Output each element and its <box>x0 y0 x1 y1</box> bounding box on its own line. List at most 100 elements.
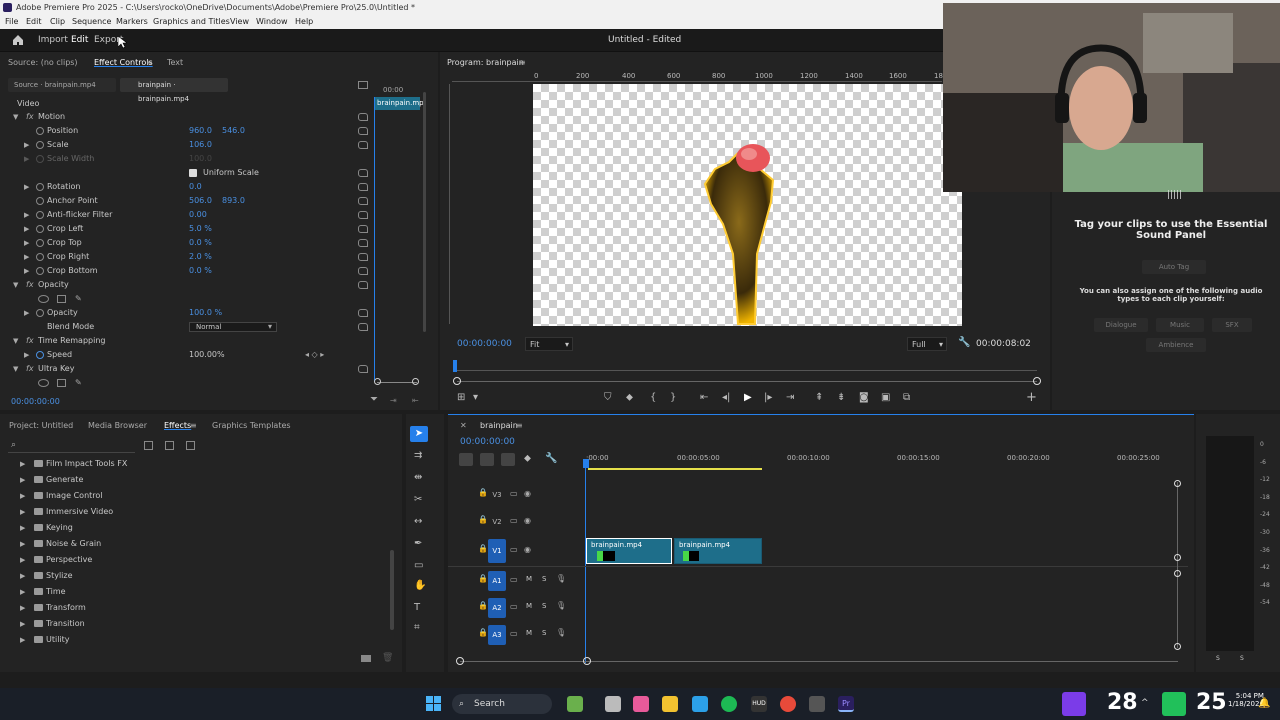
go-to-in-icon[interactable]: ⇤ <box>700 392 708 403</box>
ec-timecode[interactable]: 00:00:00:00 <box>11 397 60 406</box>
solo-button[interactable]: S <box>542 629 546 637</box>
rectangle-tool-icon[interactable]: ▭ <box>414 560 423 571</box>
effect-folder[interactable]: ▶ Utility <box>0 632 380 648</box>
timeline-menu-icon[interactable]: ≡ <box>516 421 523 430</box>
nest-toggle-icon[interactable] <box>459 453 473 466</box>
copilot-icon[interactable] <box>633 696 649 712</box>
track-label-v2[interactable]: V2 <box>489 516 505 529</box>
effect-folder[interactable]: ▶ Perspective <box>0 552 380 568</box>
snap-icon[interactable] <box>480 453 494 466</box>
blend-mode-select[interactable]: Normal <box>189 322 277 332</box>
hscroll-handle-right[interactable] <box>583 657 591 665</box>
microphone-icon[interactable]: 🎙 <box>556 601 566 610</box>
filter-icon[interactable]: ⏷ <box>370 394 378 405</box>
step-back-icon[interactable]: ◂| <box>722 392 730 403</box>
mute-button[interactable]: M <box>526 602 532 610</box>
timeline-clip[interactable]: brainpain.mp4 <box>586 538 672 564</box>
music-button[interactable]: Music <box>1156 318 1204 332</box>
microphone-icon[interactable]: 🎙 <box>556 628 566 637</box>
track-label-v3[interactable]: V3 <box>489 489 505 502</box>
zoom-handle-left[interactable] <box>453 377 461 385</box>
wrench-icon[interactable]: 🔧 <box>958 337 970 348</box>
type-tool-icon[interactable]: T <box>414 602 420 613</box>
trash-icon[interactable]: 🗑 <box>382 653 393 663</box>
opacity-group-row[interactable]: ▼ fx Opacity <box>0 278 375 292</box>
program-menu-icon[interactable]: ≡ <box>519 58 526 67</box>
timeline-vscroll[interactable] <box>1177 482 1178 648</box>
meter-solo-right[interactable]: S <box>1240 655 1244 662</box>
menu-help[interactable]: Help <box>295 15 313 29</box>
effect-folder[interactable]: ▶ Time <box>0 584 380 600</box>
go-to-out-icon[interactable]: ⇥ <box>786 392 794 403</box>
ec-zoom-slider[interactable] <box>377 382 417 383</box>
lift-icon[interactable]: ⇞ <box>815 392 823 403</box>
effect-folder[interactable]: ▶ Film Impact Tools FX <box>0 456 380 472</box>
effect-folder[interactable]: ▶ Transition <box>0 616 380 632</box>
track-divider[interactable] <box>448 566 1188 567</box>
vr-icon[interactable]: ⧉ <box>903 392 910 403</box>
solo-button[interactable]: S <box>542 602 546 610</box>
eye-icon[interactable]: ◉ <box>524 516 531 525</box>
panel-toggle-icon[interactable] <box>358 81 368 89</box>
crop-top-row[interactable]: ▶ Crop Top 0.0 % <box>0 236 375 250</box>
track-label-a3[interactable]: A3 <box>489 629 505 642</box>
widget-icon[interactable] <box>567 696 583 712</box>
program-timecode[interactable]: 00:00:00:00 <box>457 339 512 349</box>
lock-icon[interactable]: 🔒 <box>478 574 488 583</box>
sfx-button[interactable]: SFX <box>1212 318 1252 332</box>
program-playhead[interactable] <box>453 360 457 372</box>
effect-folder[interactable]: ▶ Stylize <box>0 568 380 584</box>
folder-app-icon[interactable] <box>662 696 678 712</box>
zoom-handle-right[interactable] <box>1033 377 1041 385</box>
32bit-icon[interactable] <box>165 441 174 450</box>
program-video-frame[interactable] <box>533 84 962 326</box>
yuv-icon[interactable] <box>186 441 195 450</box>
ec-zoom-handle-right[interactable] <box>412 378 419 385</box>
tab-graphics-templates[interactable]: Graphics Templates <box>212 421 291 430</box>
notification-bell-icon[interactable]: 🔔 <box>1258 698 1270 709</box>
caption-tool-icon[interactable]: ⌗ <box>414 622 420 633</box>
track-label-a2[interactable]: A2 <box>489 602 505 615</box>
lock-icon[interactable]: 🔒 <box>478 515 488 524</box>
add-button-icon[interactable]: + <box>1026 390 1037 405</box>
chevron-up-icon[interactable]: ^ <box>1141 698 1149 708</box>
program-zoom-bar[interactable] <box>457 381 1037 382</box>
menu-file[interactable]: File <box>5 15 18 29</box>
effects-menu-icon[interactable]: ≡ <box>190 421 197 430</box>
ultra-key-row[interactable]: ▼ fx Ultra Key <box>0 362 375 376</box>
tab-source[interactable]: Source: (no clips) <box>8 58 78 67</box>
work-area-bar[interactable] <box>588 468 762 470</box>
tab-project[interactable]: Project: Untitled <box>9 421 73 430</box>
sync-lock-icon[interactable]: ▭ <box>510 602 518 611</box>
ec-import-icon[interactable]: ⇤ <box>412 396 419 405</box>
effect-folder[interactable]: ▶ Immersive Video <box>0 504 380 520</box>
speed-row[interactable]: ▶ Speed 100.00% ◂ ◇ ▸ <box>0 348 375 362</box>
lock-icon[interactable]: 🔒 <box>478 628 488 637</box>
kick-icon[interactable] <box>1162 692 1186 716</box>
track-label-a1[interactable]: A1 <box>489 575 505 588</box>
scale-row[interactable]: ▶ Scale 106.0 <box>0 138 375 152</box>
selection-tool-icon[interactable]: ➤ <box>410 426 428 442</box>
track-select-tool-icon[interactable]: ⇉ <box>414 450 422 461</box>
import-tab[interactable]: Import <box>38 35 68 45</box>
taskbar-search[interactable]: ⌕ Search <box>452 694 552 714</box>
sequence-clip-selector[interactable]: brainpain · brainpain.mp4 <box>120 78 228 103</box>
timeline-settings-icon[interactable]: 🔧 <box>545 453 557 464</box>
add-marker-icon[interactable]: ⬥ <box>524 453 531 464</box>
timeline-title[interactable]: brainpain <box>480 421 518 430</box>
crop-right-row[interactable]: ▶ Crop Right 2.0 % <box>0 250 375 264</box>
dialogue-button[interactable]: Dialogue <box>1094 318 1148 332</box>
linked-selection-icon[interactable] <box>501 453 515 466</box>
rotation-row[interactable]: ▶ Rotation 0.0 <box>0 180 375 194</box>
multicam-icon[interactable]: ▣ <box>881 392 890 403</box>
marker-icon[interactable]: ⬥ <box>626 392 633 403</box>
meter-solo-left[interactable]: S <box>1216 655 1220 662</box>
add-marker-icon[interactable]: ⛉ <box>604 392 612 403</box>
sync-lock-icon[interactable]: ▭ <box>510 575 518 584</box>
effect-folder[interactable]: ▶ Transform <box>0 600 380 616</box>
menu-markers[interactable]: Markers <box>116 15 148 29</box>
vscroll-handle[interactable] <box>1174 570 1181 577</box>
spotify-icon[interactable] <box>721 696 737 712</box>
accelerated-icon[interactable] <box>144 441 153 450</box>
rectangle-mask-icon[interactable] <box>57 295 66 303</box>
